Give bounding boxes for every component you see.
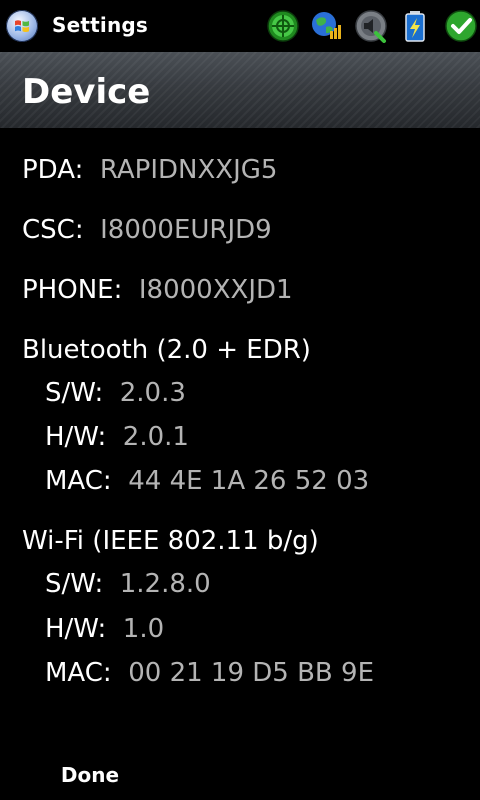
phone-label: PHONE: (22, 275, 123, 305)
wifi-hw-label: H/W: (45, 614, 107, 644)
bluetooth-mac-label: MAC: (45, 466, 112, 496)
volume-icon[interactable] (354, 9, 388, 43)
page-title: Device (22, 72, 151, 112)
bluetooth-mac-value: 44 4E 1A 26 52 03 (128, 466, 370, 496)
bluetooth-sw-row: S/W: 2.0.3 (45, 377, 186, 409)
bluetooth-section-title: Bluetooth (2.0 + EDR) (22, 335, 311, 365)
app-title[interactable]: Settings (52, 13, 148, 37)
wifi-sw-label: S/W: (45, 569, 104, 599)
phone-value: I8000XXJD1 (138, 275, 293, 305)
done-button[interactable]: Done (0, 750, 180, 800)
status-bar: Settings (0, 0, 480, 52)
bluetooth-hw-value: 2.0.1 (122, 422, 189, 452)
wifi-mac-label: MAC: (45, 658, 112, 688)
bluetooth-mac-row: MAC: 44 4E 1A 26 52 03 (45, 465, 369, 497)
wifi-sw-row: S/W: 1.2.8.0 (45, 568, 211, 600)
wifi-hw-value: 1.0 (122, 614, 165, 644)
softkey-bar: Done (0, 750, 480, 800)
ok-icon[interactable] (444, 9, 478, 43)
csc-row: CSC: I8000EURJD9 (22, 214, 272, 246)
device-info-screen: Settings Device PDA: RAPIDNXXJG5 CSC: I8… (0, 0, 480, 800)
data-connection-icon[interactable] (310, 9, 344, 43)
phone-row: PHONE: I8000XXJD1 (22, 274, 293, 306)
battery-icon[interactable] (398, 9, 432, 43)
wifi-hw-row: H/W: 1.0 (45, 613, 164, 645)
bluetooth-hw-row: H/W: 2.0.1 (45, 421, 189, 453)
page-header: Device (0, 52, 480, 128)
pda-value: RAPIDNXXJG5 (99, 155, 278, 185)
start-icon[interactable] (6, 10, 38, 42)
connectivity-icon[interactable] (266, 9, 300, 43)
wifi-mac-value: 00 21 19 D5 BB 9E (128, 658, 374, 688)
bluetooth-sw-label: S/W: (45, 378, 104, 408)
bluetooth-sw-value: 2.0.3 (119, 378, 186, 408)
wifi-section-title: Wi-Fi (IEEE 802.11 b/g) (22, 526, 319, 556)
csc-value: I8000EURJD9 (100, 215, 272, 245)
bluetooth-hw-label: H/W: (45, 422, 107, 452)
pda-row: PDA: RAPIDNXXJG5 (22, 154, 277, 186)
windows-flag-icon (15, 20, 29, 33)
pda-label: PDA: (22, 155, 84, 185)
wifi-mac-row: MAC: 00 21 19 D5 BB 9E (45, 657, 374, 689)
wifi-sw-value: 1.2.8.0 (119, 569, 211, 599)
csc-label: CSC: (22, 215, 84, 245)
